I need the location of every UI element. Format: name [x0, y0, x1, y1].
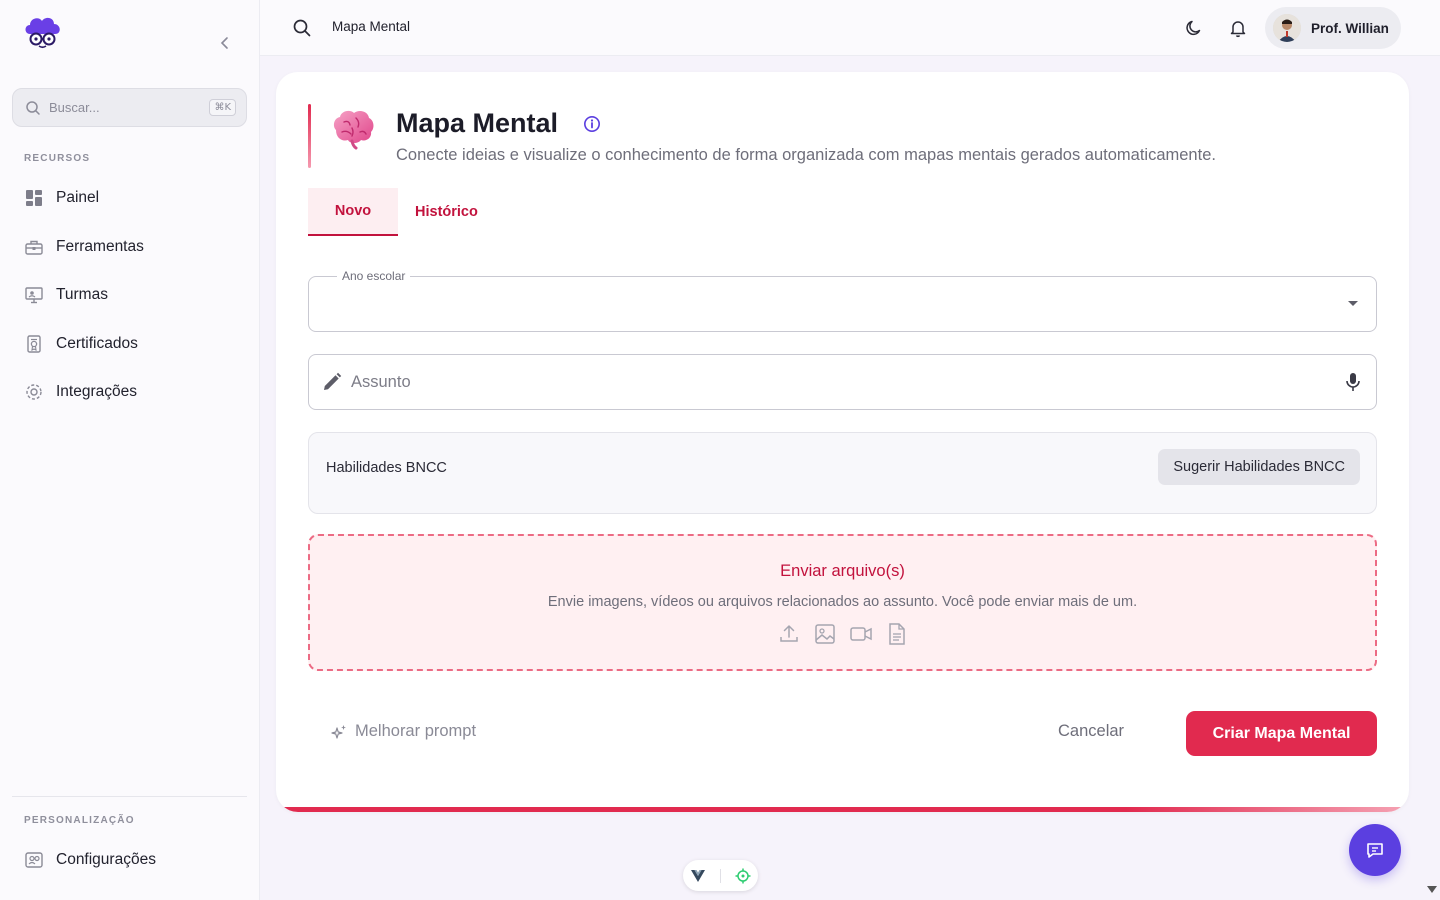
sidebar-item-label: Configurações [56, 851, 156, 868]
collapse-sidebar-chevron-left-icon[interactable] [216, 34, 234, 52]
settings-users-icon [24, 850, 44, 870]
upload-description: Envie imagens, vídeos ou arquivos relaci… [547, 594, 1138, 610]
sidebar-item-ferramentas[interactable]: Ferramentas [12, 227, 247, 267]
grade-select[interactable]: Ano escolar [308, 269, 1377, 332]
sidebar-item-turmas[interactable]: Turmas [12, 275, 247, 315]
section-label-resources: RECURSOS [24, 153, 91, 164]
page-title: Mapa Mental [396, 108, 559, 138]
scrollbar-down-arrow[interactable] [1427, 886, 1437, 893]
gear-icon [24, 382, 44, 402]
sidebar-divider [12, 796, 247, 797]
page-subtitle: Conecte ideias e visualize o conheciment… [396, 146, 1216, 164]
sidebar-item-integracoes[interactable]: Integrações [12, 372, 247, 412]
file-upload-dropzone[interactable]: Enviar arquivo(s) Envie imagens, vídeos … [308, 534, 1377, 671]
sidebar: Buscar... ⌘K RECURSOS Painel Ferramentas… [0, 0, 260, 900]
search-placeholder: Buscar... [49, 100, 100, 115]
improve-prompt-button[interactable]: Melhorar prompt [330, 722, 476, 741]
chat-button[interactable] [1349, 824, 1401, 876]
create-mind-map-button[interactable]: Criar Mapa Mental [1186, 711, 1377, 756]
pencil-icon [321, 371, 343, 393]
avatar [1273, 14, 1301, 42]
sparkles-icon [330, 723, 348, 741]
upload-title: Enviar arquivo(s) [780, 562, 905, 580]
subject-placeholder: Assunto [351, 372, 411, 391]
grade-select-label: Ano escolar [337, 269, 411, 283]
tab-novo[interactable]: Novo [308, 188, 398, 236]
vue-logo-icon[interactable] [690, 868, 706, 884]
topbar-title: Mapa Mental [332, 19, 411, 34]
caret-down-icon [1348, 301, 1358, 306]
tabs: Novo Histórico [308, 188, 495, 236]
sidebar-item-painel[interactable]: Painel [12, 178, 247, 218]
sidebar-search-input[interactable]: Buscar... ⌘K [12, 88, 247, 127]
sidebar-item-configuracoes[interactable]: Configurações [12, 840, 247, 880]
search-icon[interactable] [292, 18, 312, 38]
toolbox-icon [24, 237, 44, 257]
sidebar-item-certificados[interactable]: Certificados [12, 324, 247, 364]
dark-mode-moon-icon[interactable] [1184, 18, 1204, 38]
sidebar-item-label: Turmas [56, 286, 108, 303]
devtools-toolbar [683, 860, 758, 891]
sidebar-item-label: Painel [56, 189, 100, 206]
title-accent-bar [308, 104, 311, 168]
sidebar-item-label: Integrações [56, 383, 137, 400]
microphone-icon[interactable] [1342, 371, 1364, 393]
subject-input[interactable]: Assunto [308, 354, 1377, 410]
sidebar-item-label: Certificados [56, 335, 138, 352]
devtools-separator [720, 868, 721, 883]
info-icon[interactable] [583, 115, 601, 133]
certificate-icon [24, 334, 44, 354]
brain-cloud-logo[interactable] [22, 14, 64, 50]
user-menu-button[interactable]: Prof. Willian [1265, 7, 1401, 49]
mind-map-card: Mapa Mental Conecte ideias e visualize o… [276, 72, 1409, 812]
card-bottom-accent [276, 807, 1409, 812]
section-label-personalization: PERSONALIZAÇÃO [24, 815, 135, 826]
document-icon [885, 622, 909, 646]
notification-bell-icon[interactable] [1228, 18, 1248, 38]
brain-icon [330, 108, 376, 150]
search-shortcut-badge: ⌘K [209, 99, 236, 116]
bncc-label: Habilidades BNCC [326, 460, 447, 476]
search-icon [25, 100, 41, 116]
cancel-button[interactable]: Cancelar [1058, 722, 1124, 741]
video-icon [849, 622, 873, 646]
topbar: Mapa Mental Prof. Willian [260, 0, 1440, 56]
bncc-skills-panel: Habilidades BNCC Sugerir Habilidades BNC… [308, 432, 1377, 514]
sidebar-item-label: Ferramentas [56, 238, 144, 255]
upload-type-icons [310, 622, 1375, 646]
image-icon [813, 622, 837, 646]
suggest-bncc-button[interactable]: Sugerir Habilidades BNCC [1158, 449, 1360, 485]
chat-bubble-icon [1365, 840, 1385, 860]
classroom-icon [24, 285, 44, 305]
tab-historico[interactable]: Histórico [398, 188, 495, 236]
target-icon[interactable] [735, 868, 751, 884]
dashboard-icon [24, 188, 44, 208]
upload-icon [777, 622, 801, 646]
user-name: Prof. Willian [1311, 20, 1389, 36]
improve-prompt-label: Melhorar prompt [355, 722, 477, 740]
